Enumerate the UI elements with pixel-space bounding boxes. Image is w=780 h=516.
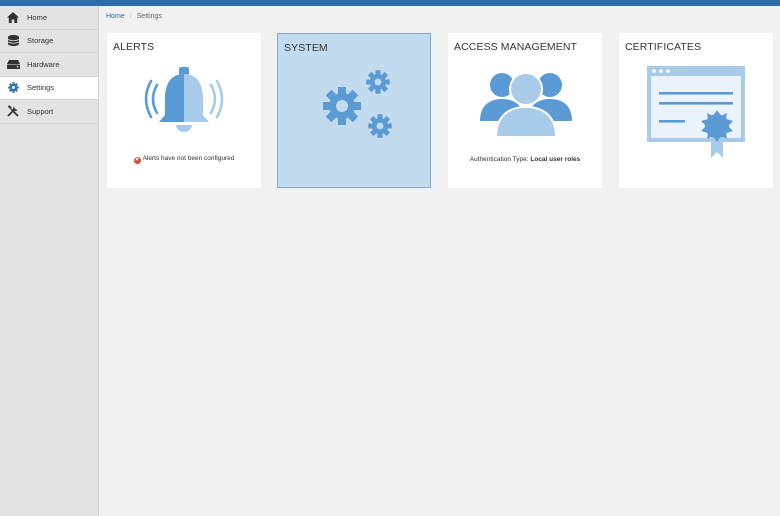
card-title: SYSTEM — [284, 42, 328, 54]
breadcrumb-current: Settings — [136, 13, 162, 20]
sidebar-item-label: Home — [27, 12, 48, 22]
hardware-icon — [6, 58, 20, 70]
users-icon — [480, 67, 572, 142]
certificates-card[interactable]: CERTIFICATES — [619, 33, 773, 188]
home-icon — [6, 11, 20, 23]
storage-icon — [6, 35, 20, 47]
certificate-icon — [647, 66, 747, 163]
alerts-card[interactable]: ALERTS ✕ Alerts have not been configured — [107, 33, 261, 188]
system-card[interactable]: SYSTEM — [277, 33, 431, 188]
breadcrumb: Home / Settings — [106, 13, 162, 20]
gear-icon — [6, 82, 20, 94]
sidebar-item-label: Storage — [27, 36, 54, 46]
access-management-card[interactable]: ACCESS MANAGEMENT Authentication Type: L… — [448, 33, 602, 188]
alerts-status: ✕ Alerts have not been configured — [107, 154, 261, 164]
sidebar-item-settings[interactable]: Settings — [0, 76, 98, 100]
breadcrumb-separator: / — [129, 13, 132, 20]
tools-icon — [6, 105, 20, 117]
breadcrumb-home-link[interactable]: Home — [106, 13, 125, 20]
auth-type-note: Authentication Type: Local user roles — [448, 155, 602, 164]
sidebar-item-label: Settings — [27, 83, 55, 93]
error-icon: ✕ — [133, 157, 141, 164]
card-title: ACCESS MANAGEMENT — [454, 41, 578, 53]
top-bar — [0, 0, 780, 6]
bell-icon — [143, 65, 225, 144]
sidebar-item-storage[interactable]: Storage — [0, 30, 98, 53]
auth-type-value: Local user roles — [530, 156, 581, 163]
card-title: CERTIFICATES — [625, 41, 702, 53]
auth-type-label: Authentication Type: — [469, 156, 529, 163]
sidebar: Home Storage Hardware Settings Support — [0, 6, 99, 516]
sidebar-item-support[interactable]: Support — [0, 100, 98, 124]
sidebar-item-label: Hardware — [27, 59, 60, 69]
alerts-status-text: Alerts have not been configured — [142, 155, 235, 162]
sidebar-item-hardware[interactable]: Hardware — [0, 53, 98, 77]
sidebar-item-label: Support — [27, 106, 54, 116]
gears-icon — [314, 64, 400, 151]
sidebar-item-home[interactable]: Home — [0, 6, 98, 30]
card-title: ALERTS — [113, 41, 155, 53]
